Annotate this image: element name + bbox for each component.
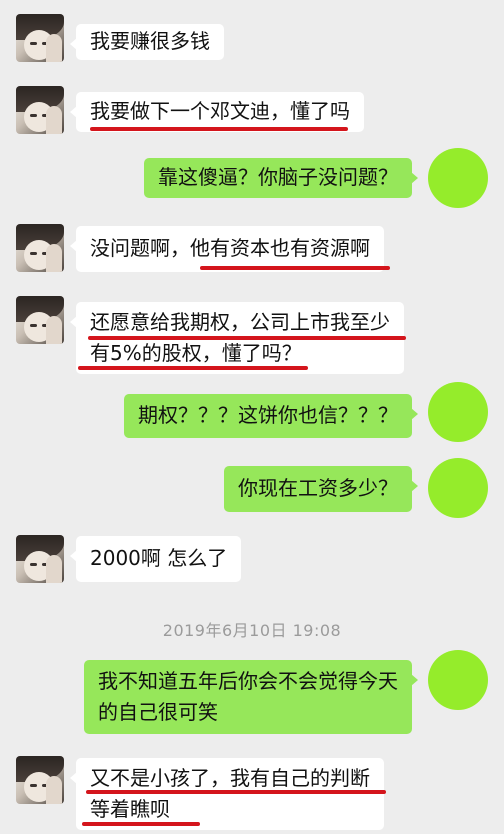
outgoing-message[interactable]: 靠这傻逼？你脑子没问题？ [144, 158, 418, 198]
contact-avatar-icon[interactable] [16, 224, 64, 272]
message-text: 我要赚很多钱 [90, 29, 210, 53]
red-underline [82, 822, 200, 826]
self-avatar-icon[interactable] [428, 382, 488, 442]
message-text: 你现在工资多少？ [238, 476, 398, 500]
incoming-message[interactable]: 我要赚很多钱 [70, 24, 224, 60]
incoming-message[interactable]: 2000啊 怎么了 [69, 536, 242, 582]
contact-avatar-icon[interactable] [16, 14, 64, 62]
message-text: 靠这傻逼？你脑子没问题？ [158, 165, 398, 189]
contact-avatar-icon[interactable] [16, 756, 64, 804]
message-text: 我要做下一个邓文迪，懂了吗 [90, 99, 350, 123]
red-underline [90, 127, 348, 131]
outgoing-message[interactable]: 你现在工资多少？ [224, 466, 418, 512]
message-text: 没问题啊，他有资本也有资源啊 [90, 236, 370, 260]
outgoing-message[interactable]: 期权？？？这饼你也信？？？ [124, 394, 418, 438]
contact-avatar-icon[interactable] [16, 535, 64, 583]
incoming-message[interactable]: 我要做下一个邓文迪，懂了吗 [70, 92, 364, 132]
contact-avatar-icon[interactable] [16, 296, 64, 344]
outgoing-message[interactable]: 我不知道五年后你会不会觉得今天 的自己很可笑 [84, 660, 418, 734]
self-avatar-icon[interactable] [428, 458, 488, 518]
message-text: 2000啊 怎么了 [90, 546, 228, 570]
self-avatar-icon[interactable] [428, 148, 488, 208]
contact-avatar-icon[interactable] [16, 86, 64, 134]
incoming-message[interactable]: 又不是小孩了，我有自己的判断 等着瞧呗 [70, 758, 384, 830]
red-underline [78, 366, 308, 370]
message-line: 等着瞧呗 [90, 797, 170, 821]
self-avatar-icon[interactable] [428, 650, 488, 710]
message-line: 我不知道五年后你会不会觉得今天 [98, 669, 398, 693]
timestamp: 2019年6月10日 19:08 [162, 621, 342, 640]
red-underline [88, 336, 406, 340]
red-underline [86, 790, 386, 794]
message-line: 还愿意给我期权，公司上市我至少 [90, 310, 390, 334]
message-text: 期权？？？这饼你也信？？？ [138, 403, 398, 427]
red-underline [200, 266, 390, 270]
message-line: 的自己很可笑 [98, 700, 218, 724]
message-line: 有5%的股权，懂了吗？ [90, 341, 302, 365]
